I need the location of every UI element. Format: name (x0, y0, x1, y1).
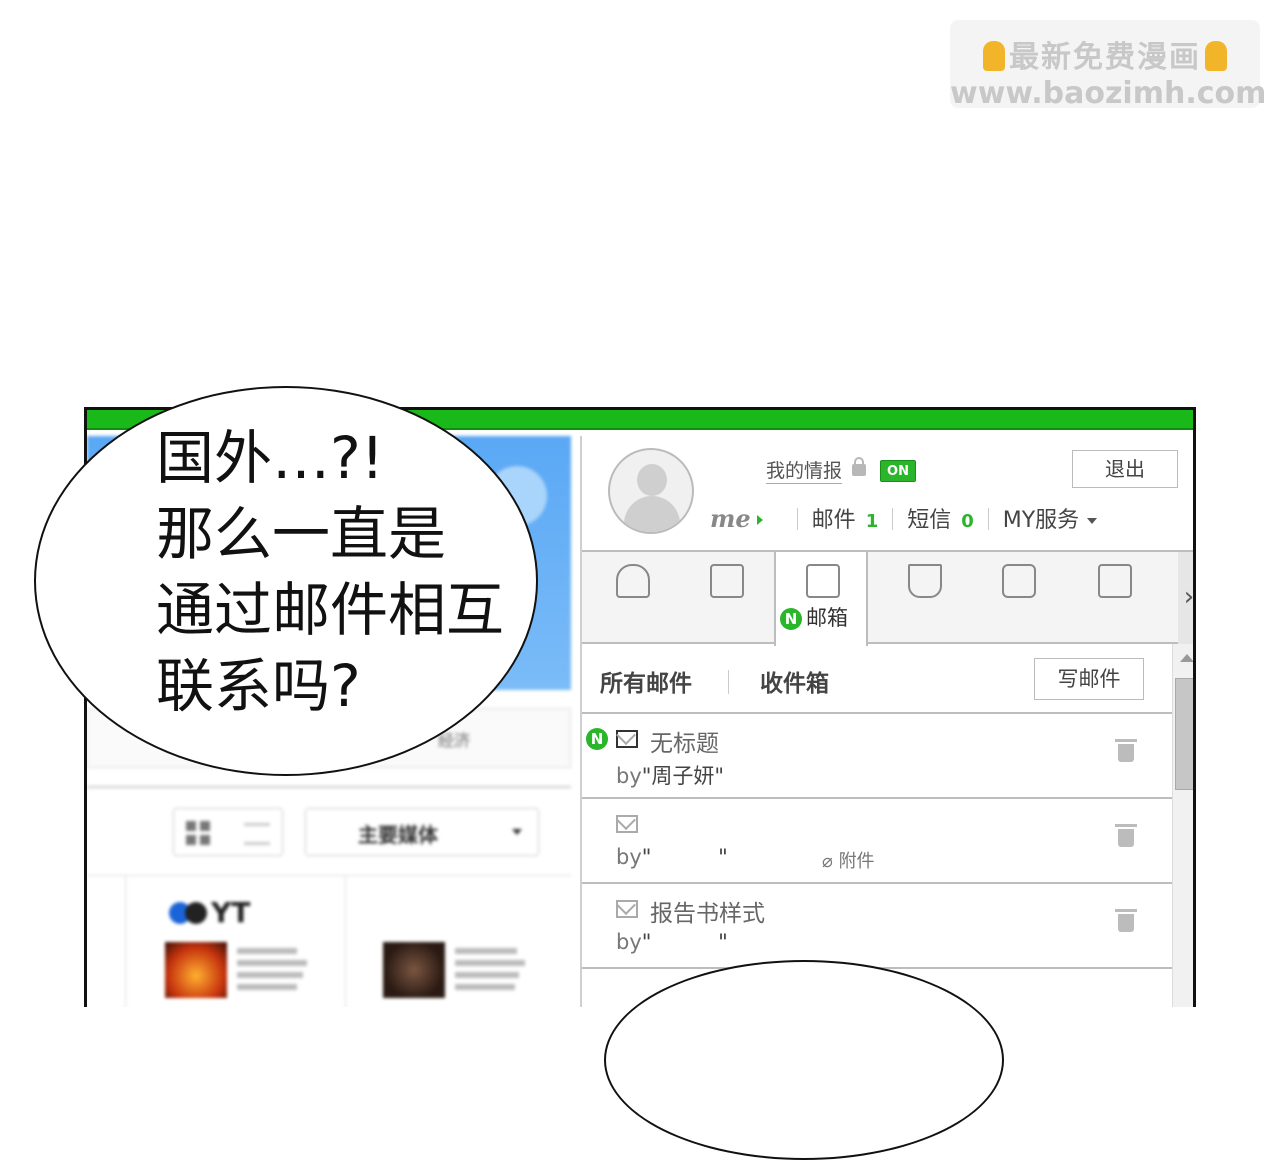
avatar[interactable] (608, 448, 694, 534)
my-info-link[interactable]: 我的情报 (766, 456, 843, 484)
paperclip-icon: ⌀ (822, 851, 839, 872)
mail-count: 1 (865, 511, 879, 532)
attachment-label: 附件 (838, 851, 875, 872)
tab-notifications[interactable] (586, 552, 680, 644)
mail-item[interactable]: N 无标题 by"周子妍" (582, 714, 1172, 799)
logout-button[interactable]: 退出 (1072, 450, 1178, 488)
mail-subject: 报告书样式 (650, 901, 765, 927)
trash-icon[interactable] (1115, 739, 1137, 762)
sms-count: 0 (961, 511, 974, 532)
media-select[interactable]: 主要媒体 (305, 808, 539, 856)
watermark-title: 最新免费漫画 (1009, 40, 1201, 75)
mail-sender: " " (641, 845, 728, 869)
tab-all-mail[interactable]: 所有邮件 (600, 664, 692, 698)
new-badge: N (780, 608, 802, 630)
mail-sender: "周子妍" (641, 764, 725, 788)
icon-tab-bar: N 邮箱 › (582, 552, 1193, 646)
mail-link[interactable]: 邮件 (812, 508, 856, 533)
coffee-cup-icon (908, 564, 942, 598)
chevron-down-icon (1087, 518, 1098, 524)
bell-icon (616, 564, 650, 598)
scrollbar[interactable] (1172, 644, 1193, 1007)
profile-stats: me 邮件 1 短信 0 MY服务 (710, 502, 1098, 533)
trash-icon[interactable] (1115, 824, 1137, 847)
media-toolbar: 主要媒体 (87, 786, 571, 876)
mail-by-label: by (616, 845, 642, 869)
column-divider (345, 876, 346, 1007)
new-badge: N (586, 728, 608, 750)
pointing-hand-icon (1205, 41, 1227, 71)
play-arrow-icon (756, 515, 763, 525)
scroll-thumb[interactable] (1175, 678, 1193, 790)
trash-icon[interactable] (1115, 909, 1137, 932)
mail-sender: " " (641, 930, 728, 954)
chat-bubble-icon (1002, 564, 1036, 598)
tab-mailbox[interactable]: N 邮箱 (774, 552, 868, 646)
media-logo[interactable]: YT (169, 896, 250, 929)
mail-subject: 无标题 (650, 731, 719, 757)
tab-mailbox-label: 邮箱 (806, 606, 848, 630)
envelope-icon (616, 730, 638, 748)
envelope-icon (616, 900, 638, 918)
column-divider (125, 876, 126, 1007)
me-link[interactable]: me (710, 504, 751, 533)
envelope-icon (616, 815, 638, 833)
list-view-icon (244, 823, 270, 845)
tab-chat[interactable] (972, 552, 1066, 644)
mail-item[interactable]: 报告书样式 by" " (582, 884, 1172, 969)
chevron-down-icon (512, 829, 522, 835)
mail-tab-bar: 所有邮件 收件箱 写邮件 (582, 644, 1172, 714)
mailbox-icon (806, 564, 840, 598)
sms-link[interactable]: 短信 (907, 508, 951, 533)
profile-header: 我的情报 ON 退出 me 邮件 1 短信 0 MY服务 (582, 436, 1193, 552)
grid-view-icon (186, 821, 196, 831)
card-icon (1098, 564, 1132, 598)
logo-dot-icon (185, 902, 207, 924)
news-thumbnail[interactable] (383, 942, 445, 998)
view-toggle-button[interactable] (173, 808, 283, 856)
tab-card[interactable] (1068, 552, 1162, 644)
tab-print[interactable] (680, 552, 774, 644)
chevron-right-icon[interactable]: › (1178, 552, 1193, 644)
news-text-line (455, 948, 517, 954)
my-services-menu[interactable]: MY服务 (1003, 508, 1079, 533)
mail-list: N 无标题 by"周子妍" by" " ⌀ 附件 报告书样式 by" " (582, 714, 1172, 969)
mail-item[interactable]: by" " ⌀ 附件 (582, 799, 1172, 884)
mail-by-label: by (616, 764, 642, 788)
status-badge[interactable]: ON (880, 460, 916, 482)
news-thumbnail[interactable] (165, 942, 227, 998)
scroll-up-icon[interactable] (1180, 654, 1193, 662)
mail-panel: 我的情报 ON 退出 me 邮件 1 短信 0 MY服务 N 邮箱 › 所有邮件 收件箱 写 (580, 436, 1193, 1007)
news-text-line (237, 948, 297, 954)
tab-cafe[interactable] (878, 552, 972, 644)
mail-by-label: by (616, 930, 642, 954)
pointing-hand-icon (983, 41, 1005, 71)
speech-bubble-partial (604, 960, 1004, 1160)
tab-inbox[interactable]: 收件箱 (760, 664, 829, 698)
printer-icon (710, 564, 744, 598)
speech-text: 国外…?! 那么一直是 通过邮件相互 联系吗? (156, 424, 505, 720)
lock-icon (852, 457, 866, 476)
watermark: 最新免费漫画 www.baozimh.com (950, 20, 1267, 111)
watermark-url: www.baozimh.com (950, 76, 1267, 111)
media-select-value: 主要媒体 (358, 823, 438, 847)
compose-button[interactable]: 写邮件 (1034, 658, 1144, 700)
